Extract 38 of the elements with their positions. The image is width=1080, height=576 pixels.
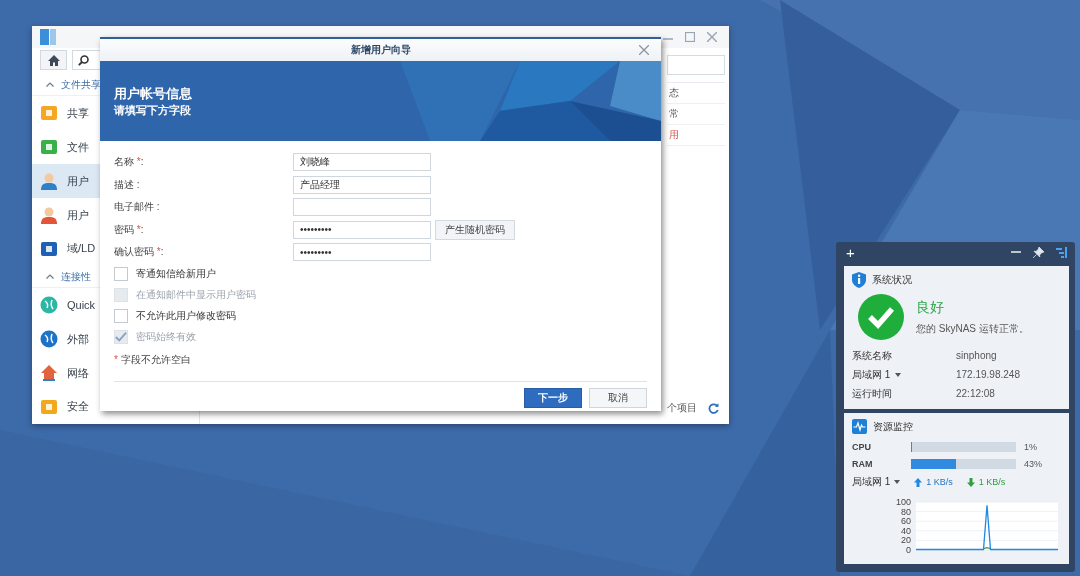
checkbox-label: 在通知邮件中显示用户密码	[136, 288, 256, 302]
tick-label: 100	[895, 497, 911, 507]
info-value: sinphong	[956, 350, 997, 361]
field-label: 描述 :	[114, 177, 141, 192]
tick-label: 40	[901, 525, 911, 536]
status-text: 良好	[916, 298, 945, 317]
meter-reading: 43%	[1024, 458, 1042, 469]
field-label: 密码 *:	[114, 222, 145, 237]
table-cell: 用	[667, 125, 725, 146]
tick-label: 60	[901, 516, 911, 527]
item-count: 个项目	[667, 401, 697, 415]
card-title: 系统状况	[872, 273, 912, 287]
download-speed: 1 KB/s	[978, 477, 1006, 487]
meter-label: CPU	[852, 441, 872, 452]
card-title: 资源监控	[873, 419, 913, 434]
checkbox-label: 不允许此用户修改密码	[136, 309, 236, 323]
field-label: 确认密码 *:	[114, 245, 165, 260]
info-label: 局域网 1	[852, 367, 891, 382]
table-cell: 常	[667, 104, 725, 125]
info-value: 22:12:08	[956, 388, 995, 399]
tick-label: 20	[901, 535, 911, 546]
network-label: 局域网 1	[852, 475, 891, 489]
dialog-title: 新增用户向导	[350, 43, 411, 57]
info-label: 运行时间	[852, 386, 892, 401]
upload-speed: 1 KB/s	[926, 477, 953, 487]
required-note: * 字段不允许空白	[114, 352, 192, 367]
field-label: 名称 *:	[114, 155, 145, 170]
meter-reading: 1%	[1024, 441, 1037, 452]
meter-label: RAM	[852, 458, 874, 469]
step-heading: 用户帐号信息	[114, 84, 192, 103]
info-value: 172.19.98.248	[956, 369, 1020, 380]
info-label: 系统名称	[852, 348, 892, 363]
tick-label: 80	[901, 506, 911, 517]
field-label: 电子邮件 :	[114, 200, 161, 215]
checkbox-label: 密码始终有效	[136, 330, 196, 344]
step-subheading: 请填写下方字段	[114, 102, 191, 118]
status-message: 您的 SkyNAS 运转正常。	[916, 321, 1029, 336]
tick-label: 0	[906, 545, 911, 555]
